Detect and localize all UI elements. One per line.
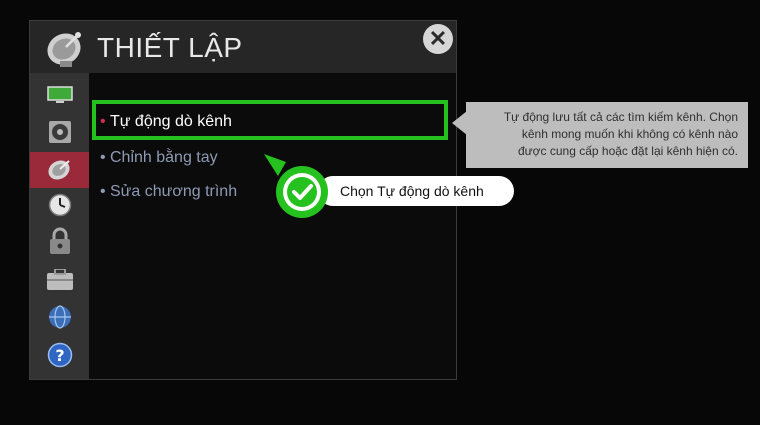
sidebar-item-setup[interactable] [30,152,89,188]
category-sidebar: ? [30,73,89,379]
globe-icon [48,305,71,329]
sidebar-item-picture[interactable] [30,77,89,113]
bullet: • [100,149,106,166]
check-pointer-icon [264,154,328,218]
lock-icon [49,227,70,254]
help-icon: ? [47,342,72,368]
description-tooltip: Tự động lưu tất cả các tìm kiếm kênh. Ch… [466,102,748,168]
satellite-dish-icon [47,160,70,180]
sidebar-item-time[interactable] [30,187,89,223]
tooltip-line: Tự động lưu tất cả các tìm kiếm kênh. Ch… [503,110,738,124]
page-title: THIẾT LẬP [97,32,243,63]
sidebar-item-network[interactable] [30,299,89,335]
selection-highlight-box [92,100,448,140]
sidebar-item-support[interactable]: ? [30,337,89,373]
close-button[interactable]: ✕ [423,24,453,54]
tv-screen-icon [46,86,73,103]
callout-label: Chọn Tự động dò kênh [318,176,514,206]
menu-item-label: Sửa chương trình [110,183,238,200]
tooltip-arrow [452,111,467,135]
bullet: • [100,183,106,200]
toolbox-icon [46,269,73,290]
menu-item-manual-tuning[interactable]: • Chỉnh bằng tay [100,149,218,167]
menu-item-label: Chỉnh bằng tay [110,149,218,166]
clock-icon [48,193,71,217]
sidebar-item-audio[interactable] [30,114,89,150]
speaker-icon [48,121,71,143]
sidebar-item-option[interactable] [30,262,89,298]
svg-text:?: ? [55,346,64,365]
sidebar-item-lock[interactable] [30,223,89,259]
tooltip-line: được cung cấp hoặc đặt lại kênh hiện có. [517,144,738,158]
tooltip-line: kênh mong muốn khi không có kênh nào [521,127,738,141]
menu-item-program-edit[interactable]: • Sửa chương trình [100,183,237,201]
satellite-dish-icon [47,32,81,67]
